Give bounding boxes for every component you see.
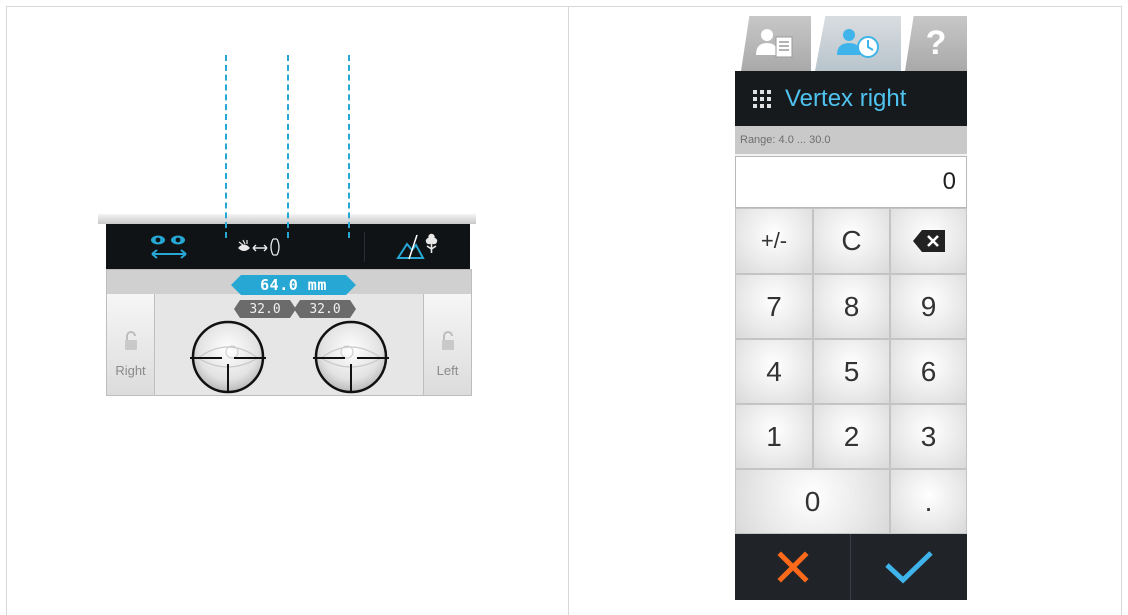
digit-1-label: 1 <box>766 420 782 452</box>
decimal-key[interactable]: . <box>890 469 967 534</box>
digit-7-label: 7 <box>766 290 782 322</box>
clear-key-label: C <box>841 225 862 256</box>
keypad-title-bar: Vertex right <box>735 71 967 126</box>
range-hint: Range: 4.0 ... 30.0 <box>735 126 967 154</box>
mountain-flower-icon <box>396 233 438 259</box>
digit-2-label: 2 <box>843 420 860 452</box>
eye-distance-button[interactable] <box>224 224 294 269</box>
digit-0-key[interactable]: 0 <box>735 469 890 534</box>
digit-8-key[interactable]: 8 <box>813 274 890 339</box>
total-pd-value: 64.0 mm <box>260 276 327 294</box>
digit-5-key[interactable]: 5 <box>813 339 890 404</box>
eye-reticle-icon <box>313 320 389 394</box>
digit-3-key[interactable]: 3 <box>890 404 967 469</box>
patient-record-icon <box>756 28 793 57</box>
keypad-title: Vertex right <box>785 84 907 112</box>
cancel-button[interactable] <box>735 534 851 600</box>
close-icon <box>776 551 809 583</box>
panel-divider <box>568 6 569 615</box>
sign-key[interactable]: +/- <box>735 208 813 274</box>
digit-6-key[interactable]: 6 <box>890 339 967 404</box>
decimal-key-label: . <box>924 485 933 517</box>
right-pd-value: 32.0 <box>249 301 281 317</box>
vision-mode-button[interactable] <box>378 224 458 269</box>
digit-3-label: 3 <box>920 420 937 452</box>
left-pd-badge: 32.0 <box>294 300 356 318</box>
digit-7-key[interactable]: 7 <box>735 274 813 339</box>
checkmark-icon <box>885 551 933 584</box>
unlock-icon <box>124 331 137 350</box>
keypad-grid: +/- C 7 8 9 4 5 6 1 2 3 0 . <box>735 208 967 534</box>
clear-key[interactable]: C <box>813 208 890 274</box>
eye-reticle-icon <box>190 320 266 394</box>
right-eye-reticle[interactable] <box>182 318 274 400</box>
digit-5-label: 5 <box>843 355 860 387</box>
keypad-grid-icon <box>753 89 771 108</box>
backspace-key[interactable] <box>890 208 967 274</box>
pd-body: Right Left 64.0 mm 32.0 32.0 <box>106 269 472 396</box>
right-eye-label: Right <box>115 363 146 378</box>
total-pd-badge: 64.0 mm <box>231 275 356 295</box>
left-eye-lock[interactable]: Left <box>423 294 471 395</box>
sign-key-label: +/- <box>760 228 788 253</box>
patient-history-icon <box>837 28 879 58</box>
right-pupil-guide <box>225 55 227 238</box>
digit-8-label: 8 <box>843 290 860 322</box>
digit-2-key[interactable]: 2 <box>813 404 890 469</box>
binocular-button[interactable] <box>134 224 204 269</box>
tab-patient[interactable] <box>741 16 811 71</box>
digit-9-key[interactable]: 9 <box>890 274 967 339</box>
right-eye-lock[interactable]: Right <box>107 294 155 395</box>
unlock-icon <box>441 331 454 350</box>
center-guide <box>287 55 289 238</box>
left-pd-value: 32.0 <box>309 301 341 317</box>
eyes-binocular-icon <box>151 235 187 259</box>
tab-help[interactable]: ? <box>905 16 967 71</box>
toolbar-separator <box>364 232 365 262</box>
right-pd-badge: 32.0 <box>234 300 296 318</box>
keypad-tabs: ? <box>735 10 967 71</box>
digit-9-label: 9 <box>920 290 937 322</box>
confirm-button[interactable] <box>851 534 967 600</box>
value-display[interactable]: 0 <box>735 156 967 208</box>
left-eye-label: Left <box>436 363 459 378</box>
digit-4-key[interactable]: 4 <box>735 339 813 404</box>
digit-6-label: 6 <box>920 355 937 387</box>
vertex-keypad: ? Vertex right Range: 4.0 ... 30.0 0 +/-… <box>735 10 967 600</box>
eye-distance-icon <box>238 237 280 256</box>
left-eye-reticle[interactable] <box>305 318 397 400</box>
digit-0-label: 0 <box>804 485 821 517</box>
left-pupil-guide <box>348 55 350 238</box>
tab-history[interactable] <box>815 16 901 71</box>
digit-1-key[interactable]: 1 <box>735 404 813 469</box>
backspace-icon <box>912 230 945 252</box>
digit-4-label: 4 <box>766 355 782 387</box>
pd-measurement-panel: Right Left 64.0 mm 32.0 32.0 <box>98 214 476 396</box>
keypad-actions <box>735 534 967 600</box>
